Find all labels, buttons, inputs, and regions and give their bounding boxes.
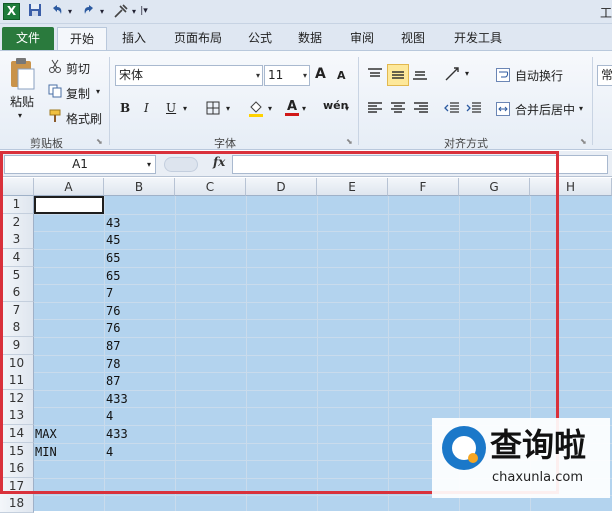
tab-file[interactable]: 文件 bbox=[2, 27, 54, 50]
font-name-value: 宋体 bbox=[119, 68, 144, 82]
customize-tools-icon[interactable] bbox=[112, 3, 130, 20]
merge-center-button[interactable]: 合并后居中 bbox=[515, 101, 575, 118]
paste-button[interactable]: 粘贴 bbox=[10, 93, 34, 110]
font-color-icon[interactable]: A bbox=[284, 97, 300, 117]
merge-dropdown-icon[interactable]: ▾ bbox=[579, 104, 583, 113]
shrink-font-button[interactable]: A bbox=[337, 69, 346, 82]
underline-dropdown-icon[interactable]: ▾ bbox=[183, 104, 187, 113]
number-format-value: 常 bbox=[601, 68, 612, 82]
excel-app-icon[interactable]: X bbox=[3, 3, 20, 20]
ribbon-separator bbox=[592, 57, 593, 145]
decrease-indent-icon[interactable] bbox=[444, 101, 462, 117]
italic-button[interactable]: I bbox=[144, 101, 149, 115]
alignment-launcher-icon[interactable]: ⬊ bbox=[580, 137, 587, 146]
font-name-combo[interactable]: 宋体 ▾ bbox=[115, 65, 263, 86]
scissors-icon bbox=[48, 59, 64, 75]
fill-color-dropdown-icon[interactable]: ▾ bbox=[268, 104, 272, 113]
tab-home[interactable]: 开始 bbox=[57, 27, 107, 50]
tab-review[interactable]: 审阅 bbox=[342, 27, 382, 50]
phonetic-dropdown-icon[interactable]: ▾ bbox=[345, 104, 349, 113]
tab-page-layout[interactable]: 页面布局 bbox=[165, 27, 231, 50]
customize-dropdown-icon[interactable]: ▾ bbox=[130, 3, 138, 20]
svg-text:A: A bbox=[287, 99, 297, 114]
watermark: 查询啦 chaxunla.com bbox=[432, 418, 610, 498]
row-header[interactable]: 18 bbox=[0, 495, 34, 513]
redo-icon[interactable] bbox=[80, 3, 98, 20]
align-center-icon[interactable] bbox=[390, 101, 408, 117]
font-color-dropdown-icon[interactable]: ▾ bbox=[302, 104, 306, 113]
copy-button[interactable]: 复制 bbox=[66, 85, 90, 102]
ribbon-separator bbox=[109, 57, 110, 145]
copy-icon bbox=[48, 84, 64, 100]
align-right-icon[interactable] bbox=[413, 101, 431, 117]
font-name-dropdown-icon[interactable]: ▾ bbox=[256, 66, 260, 85]
watermark-text: 查询啦 bbox=[490, 426, 587, 464]
increase-indent-icon[interactable] bbox=[466, 101, 484, 117]
grow-font-button[interactable]: A bbox=[315, 66, 326, 82]
number-format-combo[interactable]: 常 bbox=[597, 65, 612, 86]
alignment-group-label: 对齐方式 bbox=[444, 137, 488, 150]
clipboard-launcher-icon[interactable]: ⬊ bbox=[96, 137, 103, 146]
copy-dropdown-icon[interactable]: ▾ bbox=[96, 87, 100, 96]
tab-view[interactable]: 视图 bbox=[393, 27, 433, 50]
borders-icon[interactable] bbox=[206, 101, 222, 117]
ribbon-tabs: 文件 开始 插入 页面布局 公式 数据 审阅 视图 开发工具 bbox=[0, 24, 612, 50]
bold-button[interactable]: B bbox=[120, 101, 130, 115]
paste-icon[interactable] bbox=[8, 57, 36, 91]
tab-developer[interactable]: 开发工具 bbox=[445, 27, 511, 50]
top-align-icon[interactable] bbox=[367, 67, 385, 83]
tab-formulas[interactable]: 公式 bbox=[240, 27, 280, 50]
format-painter-button[interactable]: 格式刷 bbox=[66, 110, 102, 127]
wrap-text-icon bbox=[496, 68, 512, 82]
format-painter-icon bbox=[48, 109, 64, 125]
tab-insert[interactable]: 插入 bbox=[113, 27, 155, 50]
align-left-icon[interactable] bbox=[367, 101, 385, 117]
orientation-dropdown-icon[interactable]: ▾ bbox=[465, 69, 469, 78]
bottom-align-icon[interactable] bbox=[412, 67, 430, 83]
tab-data[interactable]: 数据 bbox=[290, 27, 330, 50]
save-icon[interactable] bbox=[26, 3, 44, 20]
quick-access-toolbar: X ▾ ▾ ▾ |▾ 工 bbox=[0, 0, 612, 24]
watermark-url: chaxunla.com bbox=[492, 470, 583, 485]
middle-align-icon[interactable] bbox=[387, 64, 409, 86]
wrap-text-button[interactable]: 自动换行 bbox=[515, 67, 563, 84]
ribbon: 粘贴 ▾ 剪切 复制 ▾ 格式刷 剪贴板 ⬊ 宋体 ▾ 11 ▾ A A B I… bbox=[0, 50, 612, 150]
ribbon-separator bbox=[358, 57, 359, 145]
window-title: 工 bbox=[599, 6, 612, 20]
fill-color-icon[interactable] bbox=[248, 99, 266, 119]
font-launcher-icon[interactable]: ⬊ bbox=[346, 137, 353, 146]
magnifier-logo-icon bbox=[442, 426, 486, 470]
font-size-value: 11 bbox=[268, 68, 284, 82]
font-size-dropdown-icon[interactable]: ▾ bbox=[303, 66, 307, 85]
merge-center-icon bbox=[496, 102, 512, 116]
qat-more-icon[interactable]: |▾ bbox=[140, 3, 148, 20]
paste-dropdown-icon[interactable]: ▾ bbox=[18, 111, 22, 120]
redo-dropdown-icon[interactable]: ▾ bbox=[98, 3, 106, 20]
font-size-combo[interactable]: 11 ▾ bbox=[264, 65, 310, 86]
orientation-icon[interactable] bbox=[444, 66, 464, 84]
undo-icon[interactable] bbox=[48, 3, 66, 20]
undo-dropdown-icon[interactable]: ▾ bbox=[66, 3, 74, 20]
clipboard-group-label: 剪贴板 bbox=[30, 137, 63, 150]
font-group-label: 字体 bbox=[214, 137, 236, 150]
borders-dropdown-icon[interactable]: ▾ bbox=[226, 104, 230, 113]
underline-button[interactable]: U bbox=[166, 101, 176, 115]
cut-button[interactable]: 剪切 bbox=[66, 60, 90, 77]
